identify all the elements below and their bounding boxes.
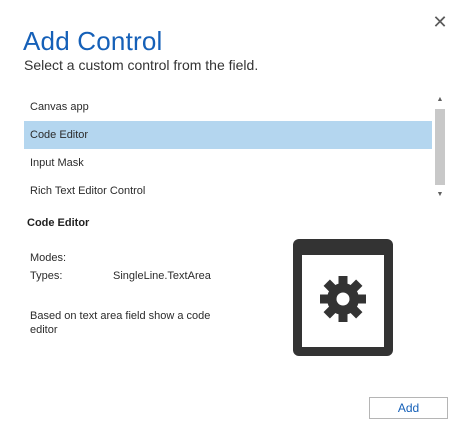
- gear-window-icon: [293, 239, 393, 356]
- control-description: Based on text area field show a code edi…: [30, 310, 211, 336]
- scroll-thumb[interactable]: [435, 109, 445, 185]
- types-value: SingleLine.TextArea: [113, 270, 211, 282]
- scroll-down-icon[interactable]: ▼: [433, 189, 447, 201]
- list-scrollbar[interactable]: ▲ ▼: [433, 93, 447, 203]
- control-list-box: Canvas app Code Editor Input Mask Rich T…: [24, 93, 447, 203]
- close-icon[interactable]: ✕: [430, 12, 450, 32]
- control-list-item[interactable]: Code Editor: [24, 121, 432, 149]
- control-list-item[interactable]: Input Mask: [24, 149, 432, 177]
- control-list: Canvas app Code Editor Input Mask Rich T…: [24, 93, 432, 203]
- selected-control-name: Code Editor: [27, 217, 90, 229]
- types-label: Types:: [30, 270, 63, 282]
- add-button[interactable]: Add: [369, 397, 448, 419]
- dialog-title: Add Control: [23, 26, 163, 56]
- modes-label: Modes:: [30, 252, 67, 264]
- control-list-item[interactable]: Canvas app: [24, 93, 432, 121]
- dialog-subtitle: Select a custom control from the field.: [24, 57, 259, 73]
- control-list-item[interactable]: Rich Text Editor Control: [24, 177, 432, 203]
- scroll-up-icon[interactable]: ▲: [433, 94, 447, 106]
